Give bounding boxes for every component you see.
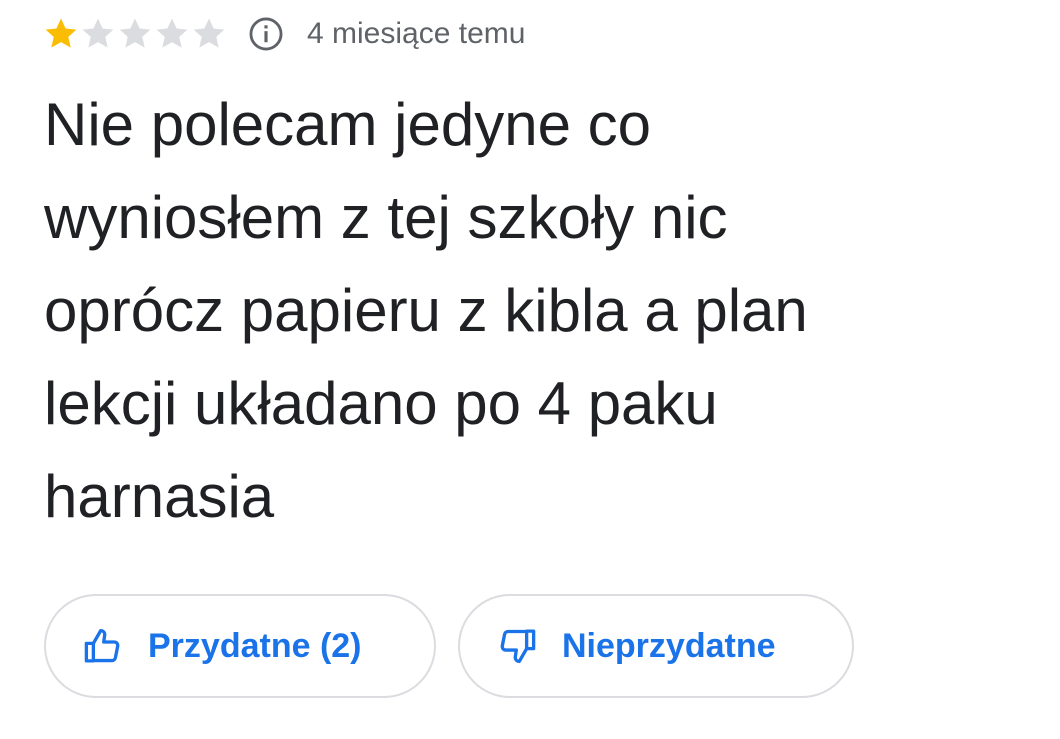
star-filled-icon [42,15,80,53]
review-actions: Przydatne (2) Nieprzydatne [44,594,854,698]
helpful-label: Przydatne (2) [148,626,362,665]
info-icon[interactable] [247,15,285,53]
star-empty-icon [153,15,191,53]
star-empty-icon [190,15,228,53]
helpful-button[interactable]: Przydatne (2) [44,594,436,698]
review-time: 4 miesiące temu [307,17,526,50]
thumb-up-icon [82,625,124,667]
star-rating [42,15,227,53]
unhelpful-button[interactable]: Nieprzydatne [458,594,854,698]
review-text: Nie polecam jedyne co wyniosłem z tej sz… [44,91,808,530]
star-empty-icon [79,15,117,53]
unhelpful-label: Nieprzydatne [562,626,776,665]
review-meta-row: 4 miesiące temu [42,12,525,56]
star-empty-icon [116,15,154,53]
thumb-down-icon [496,625,538,667]
